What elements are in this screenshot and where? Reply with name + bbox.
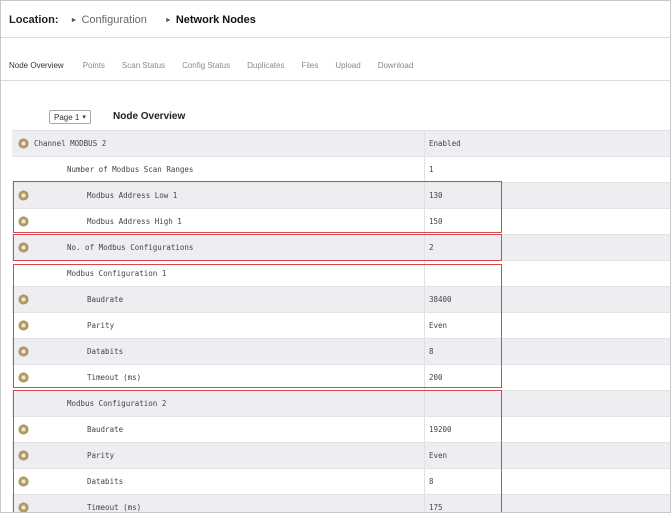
breadcrumb-label: Network Nodes bbox=[175, 14, 256, 26]
column-separator bbox=[424, 157, 425, 182]
node-overview-table: Channel MODBUS 2 Enabled Number of Modbus … bbox=[12, 130, 670, 512]
highlight-box-configurations bbox=[13, 234, 502, 261]
gear-icon[interactable] bbox=[19, 139, 28, 148]
breadcrumb-label: Configuration bbox=[81, 14, 147, 26]
breadcrumb-network-nodes[interactable]: ► Network Nodes bbox=[165, 14, 256, 26]
divider bbox=[1, 37, 670, 38]
tab-duplicates[interactable]: Duplicates bbox=[247, 61, 284, 70]
row-name: Channel MODBUS 2 bbox=[34, 139, 107, 148]
tab-download[interactable]: Download bbox=[378, 61, 414, 70]
column-separator bbox=[424, 131, 425, 156]
location-bar: Location: ► Configuration ► Network Node… bbox=[9, 12, 274, 28]
highlight-box-configuration-2 bbox=[13, 390, 502, 512]
breadcrumb-arrow-icon: ► bbox=[164, 16, 172, 24]
page-title: Node Overview bbox=[113, 111, 186, 122]
breadcrumb-arrow-icon: ► bbox=[70, 16, 78, 24]
tab-points[interactable]: Points bbox=[83, 61, 105, 70]
table-row[interactable]: Number of Modbus Scan Ranges 1 bbox=[12, 157, 670, 183]
highlight-box-scan-range bbox=[13, 181, 502, 233]
highlight-box-configuration-1 bbox=[13, 264, 502, 388]
row-value: 1 bbox=[429, 165, 434, 174]
node-overview-window: Location: ► Configuration ► Network Node… bbox=[0, 0, 671, 513]
row-value: Enabled bbox=[429, 139, 461, 148]
tab-config-status[interactable]: Config Status bbox=[182, 61, 230, 70]
location-label: Location: bbox=[9, 14, 59, 26]
breadcrumb-configuration[interactable]: ► Configuration bbox=[71, 14, 147, 26]
divider bbox=[1, 80, 670, 81]
tab-upload[interactable]: Upload bbox=[335, 61, 360, 70]
page-select[interactable]: Page 1 ▾ bbox=[49, 110, 91, 124]
tab-files[interactable]: Files bbox=[301, 61, 318, 70]
tab-node-overview[interactable]: Node Overview bbox=[9, 61, 64, 70]
page-select-value: Page 1 bbox=[54, 112, 80, 122]
row-name: Number of Modbus Scan Ranges bbox=[67, 165, 194, 174]
table-row[interactable]: Channel MODBUS 2 Enabled bbox=[12, 131, 670, 157]
tab-bar: Node Overview Points Scan Status Config … bbox=[9, 59, 430, 71]
chevron-down-icon: ▾ bbox=[82, 114, 86, 121]
tab-scan-status[interactable]: Scan Status bbox=[122, 61, 165, 70]
